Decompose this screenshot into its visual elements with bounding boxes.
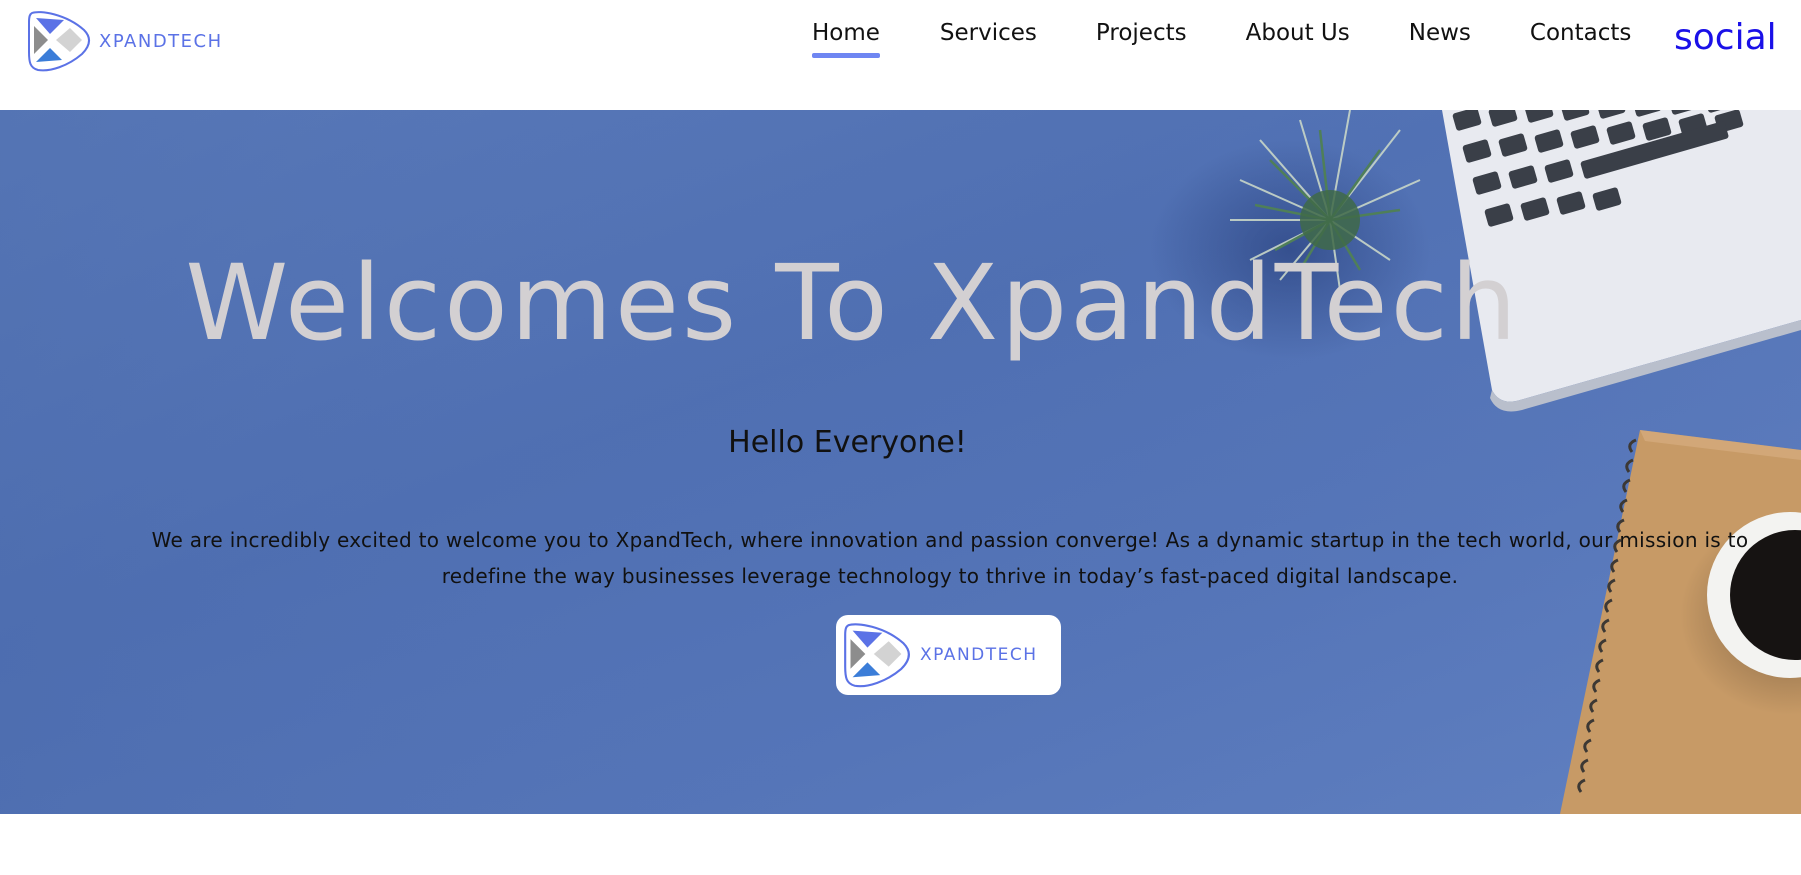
main-nav: Home Services Projects About Us News Con…	[812, 20, 1631, 58]
hero-title: Welcomes To XpandTech	[185, 242, 1520, 364]
nav-about-us[interactable]: About Us	[1246, 20, 1350, 58]
logo-text: XPANDTECH	[99, 30, 223, 52]
nav-contacts[interactable]: Contacts	[1530, 20, 1631, 58]
hero-description: We are incredibly excited to welcome you…	[151, 528, 1749, 588]
social-link[interactable]: social	[1674, 17, 1777, 58]
nav-services[interactable]: Services	[940, 20, 1037, 58]
hero-logo-text: XPANDTECH	[920, 645, 1038, 665]
logo[interactable]: XPANDTECH	[26, 8, 223, 74]
hero-logo-badge: XPANDTECH	[836, 615, 1061, 695]
nav-news[interactable]: News	[1409, 20, 1471, 58]
xpandtech-logo-icon	[842, 620, 912, 690]
hero-subtitle: Hello Everyone!	[728, 425, 967, 460]
nav-home[interactable]: Home	[812, 20, 880, 58]
nav-projects[interactable]: Projects	[1096, 20, 1187, 58]
xpandtech-logo-icon	[26, 8, 92, 74]
hero-background-image	[0, 110, 1801, 814]
site-header: XPANDTECH Home Services Projects About U…	[0, 0, 1801, 110]
hero-section: Welcomes To XpandTech Hello Everyone! We…	[0, 110, 1801, 814]
